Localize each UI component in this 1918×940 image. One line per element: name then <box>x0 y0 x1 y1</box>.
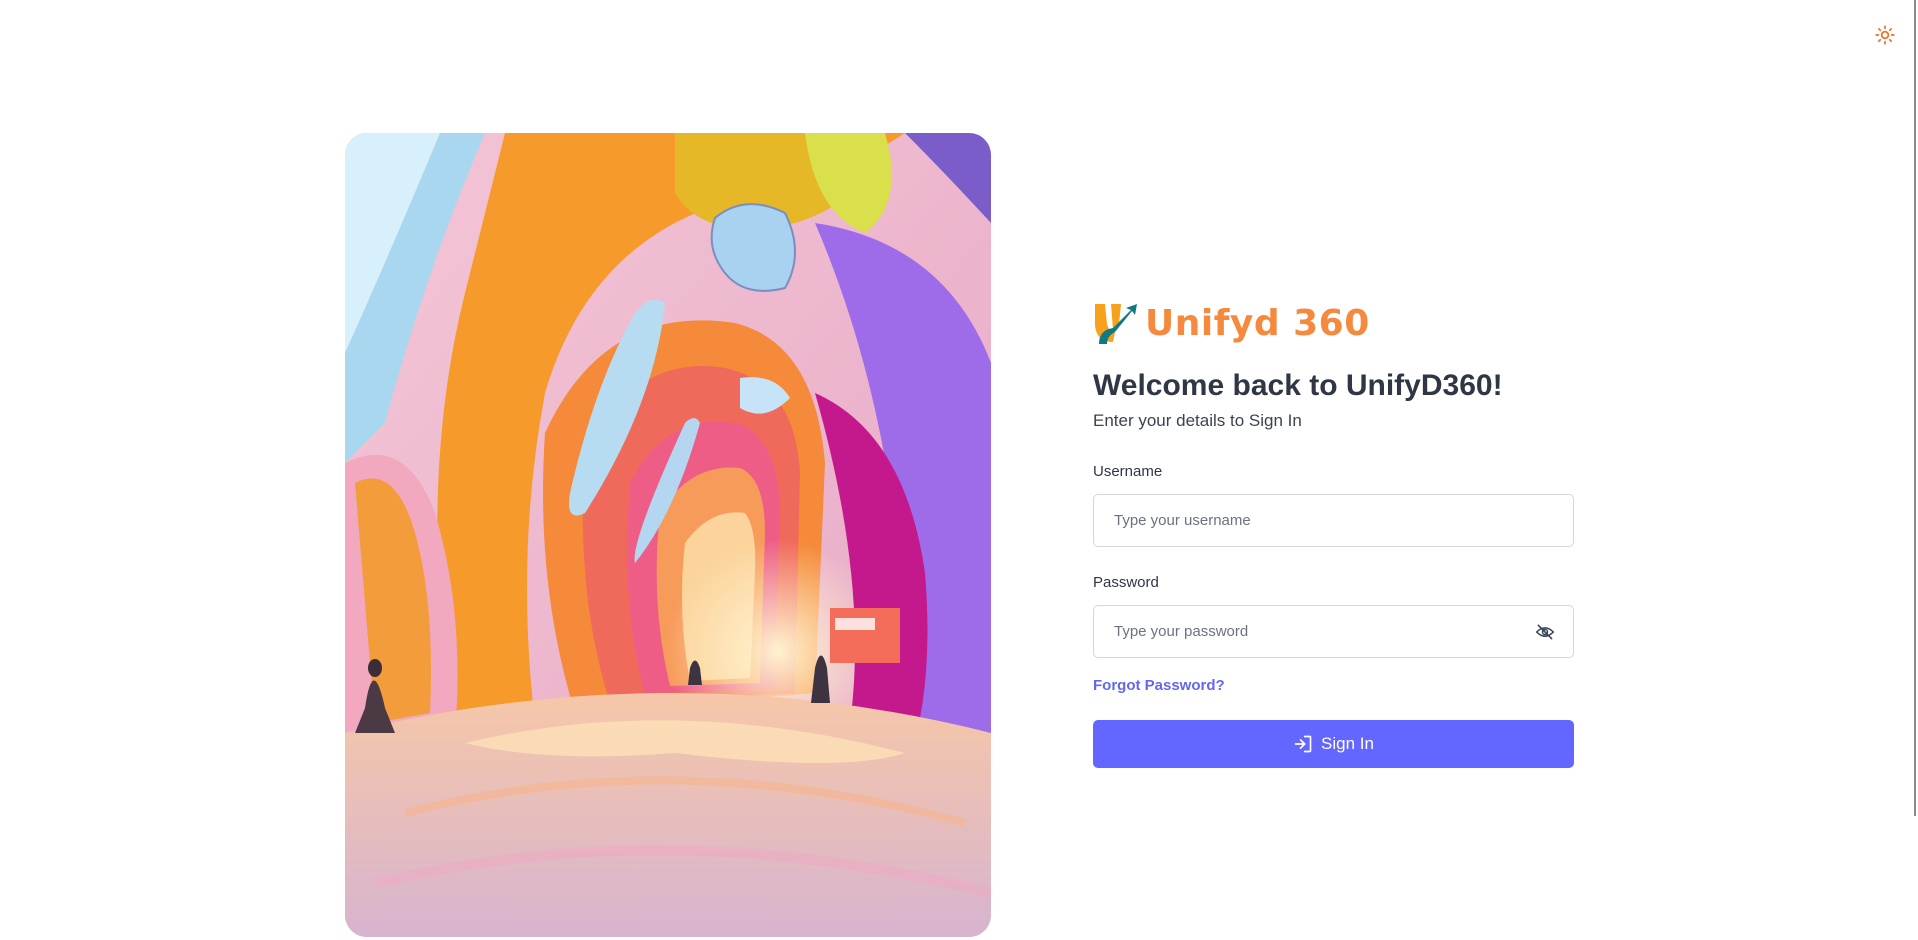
theme-toggle-button[interactable] <box>1872 22 1898 48</box>
sun-icon <box>1875 25 1895 45</box>
sign-in-label: Sign In <box>1321 734 1374 753</box>
sign-in-icon <box>1293 734 1313 754</box>
page-subtitle: Enter your details to Sign In <box>1093 411 1302 430</box>
username-input[interactable] <box>1112 511 1555 530</box>
unifyd-logo-icon <box>1095 304 1137 344</box>
forgot-password-link[interactable]: Forgot Password? <box>1093 676 1225 696</box>
brand-name: Unifyd 360 <box>1145 303 1370 344</box>
brand-logo: Unifyd 360 <box>1093 300 1576 348</box>
colorful-arched-corridor-image <box>345 133 991 937</box>
login-form: Unifyd 360 Welcome back to UnifyD360! En… <box>1093 300 1576 768</box>
password-input[interactable] <box>1112 622 1516 641</box>
scrollbar[interactable] <box>1914 0 1916 816</box>
toggle-password-visibility-button[interactable] <box>1535 622 1555 642</box>
page-title: Welcome back to UnifyD360! <box>1093 369 1503 402</box>
eye-slash-icon <box>1535 624 1555 640</box>
login-page: Unifyd 360 Welcome back to UnifyD360! En… <box>0 0 1918 940</box>
password-field <box>1093 605 1574 658</box>
username-label: Username <box>1093 463 1163 480</box>
sign-in-button[interactable]: Sign In <box>1093 720 1574 768</box>
username-field <box>1093 494 1574 547</box>
password-label: Password <box>1093 574 1159 591</box>
hero-image <box>345 133 991 937</box>
